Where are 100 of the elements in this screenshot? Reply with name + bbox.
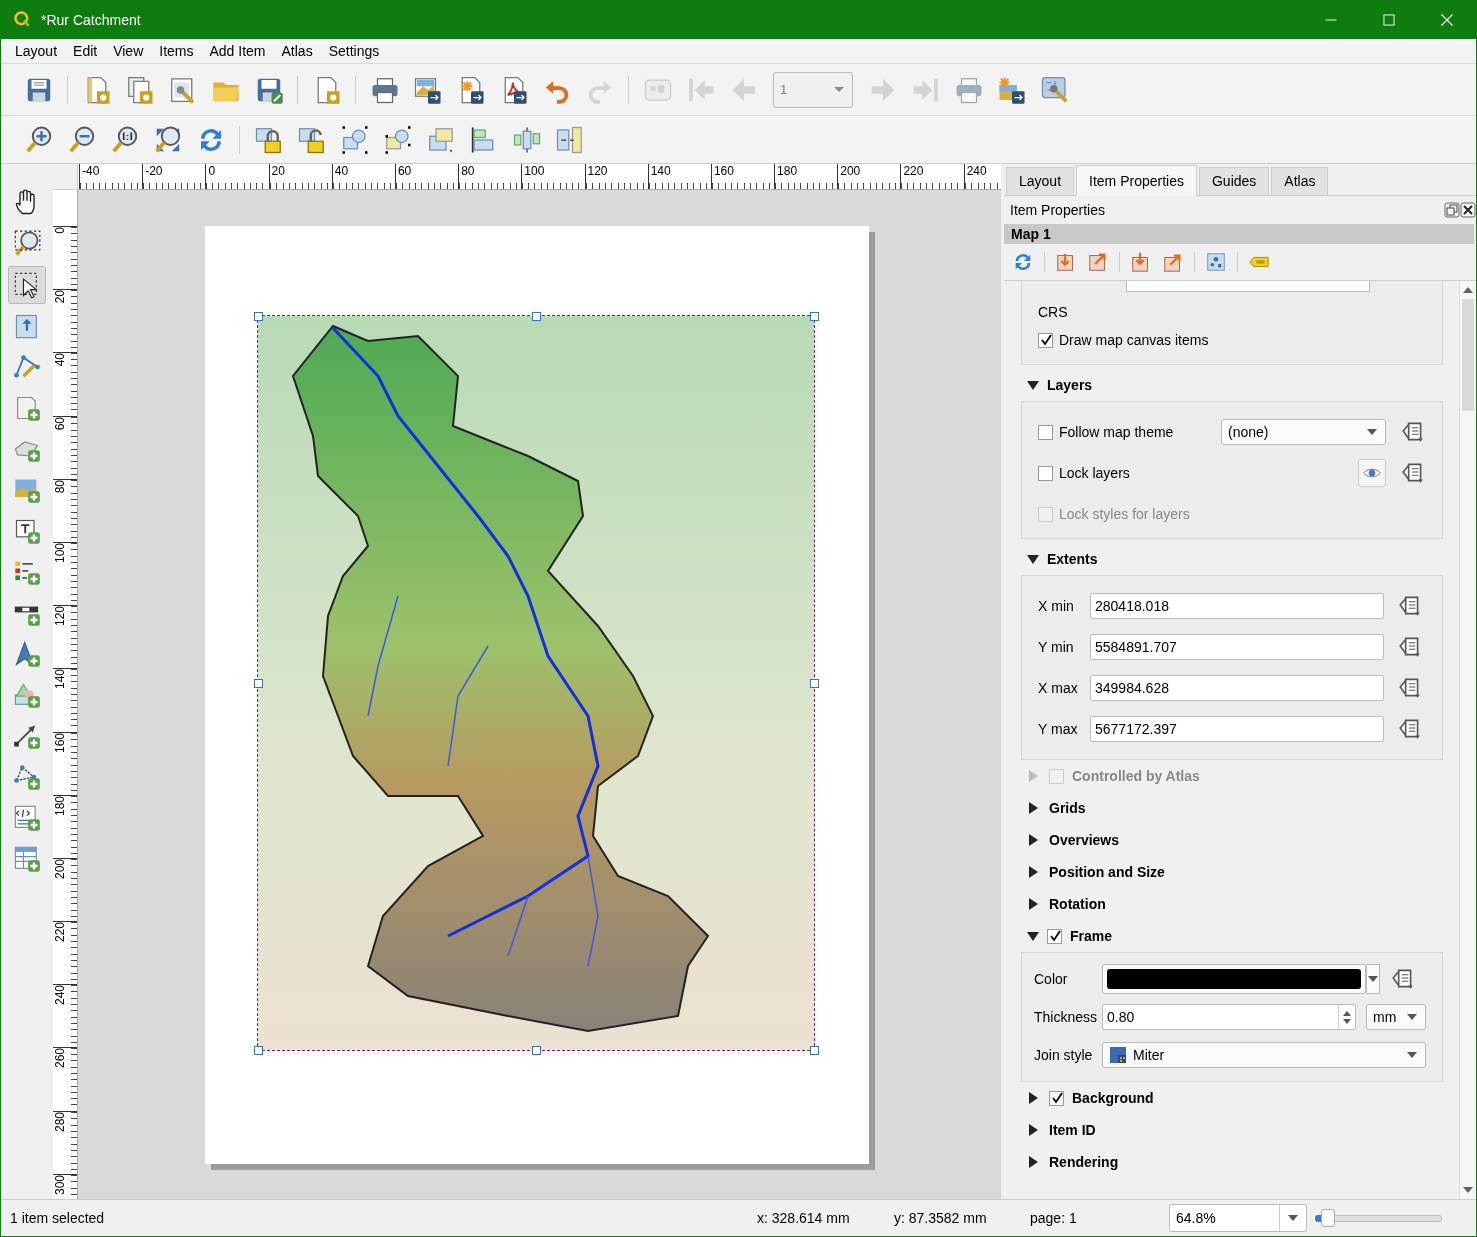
ruler-label: 140	[53, 669, 68, 692]
section-title: Layers	[1047, 377, 1093, 393]
checkbox-label: Draw map canvas items	[1059, 332, 1209, 348]
tool-button[interactable]	[8, 266, 46, 304]
resize-handle[interactable]	[810, 1046, 819, 1055]
dropdown-arrow-icon	[1288, 1215, 1298, 1221]
map-points-icon[interactable]	[1205, 251, 1227, 273]
dropdown-arrow-icon	[1407, 1014, 1417, 1020]
add-table-icon	[13, 845, 41, 873]
ruler-label: 0	[53, 227, 68, 236]
menu-item[interactable]: Settings	[320, 43, 388, 59]
input-field[interactable]: 280418.018	[1090, 593, 1384, 619]
scale-out-icon[interactable]	[1162, 251, 1184, 273]
expand-arrow-icon[interactable]	[1029, 1124, 1038, 1136]
add-html-icon	[13, 804, 41, 832]
expand-arrow-icon[interactable]	[1029, 866, 1038, 878]
resize-handle[interactable]	[532, 1046, 541, 1055]
dropdown-arrow-icon	[1368, 976, 1378, 982]
section-title: Rotation	[1049, 896, 1106, 912]
zoom-icon	[13, 230, 41, 258]
thickness-spinbox[interactable]: 0.80	[1102, 1004, 1356, 1030]
section-title: Background	[1072, 1090, 1154, 1106]
field-label: X max	[1038, 680, 1079, 696]
window-title: *Rur Catchment	[41, 11, 142, 28]
page-indicator: page: 1	[1030, 1210, 1078, 1226]
resize-handle[interactable]	[810, 312, 819, 321]
ruler-label: 40	[53, 353, 68, 369]
zoom-slider[interactable]	[1315, 1209, 1442, 1227]
resize-handle[interactable]	[254, 679, 263, 688]
cursor-y-coordinate: y: 87.3582 mm	[894, 1210, 988, 1226]
section-title: Rendering	[1049, 1154, 1119, 1170]
add-north-arrow-icon	[13, 640, 41, 668]
checkbox[interactable]	[1047, 928, 1062, 944]
spin-up-icon	[1343, 1010, 1351, 1016]
checkbox[interactable]	[1038, 465, 1053, 481]
menu-item[interactable]: Edit	[65, 43, 106, 59]
expand-arrow-icon[interactable]	[1029, 834, 1038, 846]
section-title: Extents	[1047, 551, 1098, 567]
close-icon[interactable]	[1460, 202, 1476, 218]
section-title: Frame	[1070, 928, 1113, 944]
join-style-dropdown[interactable]: Miter	[1102, 1042, 1426, 1068]
field-label: CRS	[1038, 304, 1068, 320]
tab[interactable]: Layout	[1006, 167, 1075, 195]
resize-handle[interactable]	[810, 679, 819, 688]
map-item[interactable]	[258, 316, 814, 1050]
section-title: Grids	[1049, 800, 1086, 816]
resize-handle[interactable]	[254, 312, 263, 321]
checkbox-label: Lock layers	[1059, 465, 1130, 481]
zoom-dropdown[interactable]: 64.8%	[1169, 1204, 1307, 1232]
collapse-arrow-icon[interactable]	[1027, 380, 1039, 390]
slider-thumb[interactable]	[1320, 1209, 1335, 1227]
scrollbar[interactable]	[1459, 281, 1476, 1199]
extent-out-icon[interactable]	[1087, 251, 1109, 273]
map-theme-dropdown[interactable]: (none)	[1221, 419, 1386, 445]
menu-item[interactable]: View	[105, 43, 152, 59]
field-label: Y min	[1038, 639, 1075, 655]
menu-item[interactable]: Add Item	[201, 43, 274, 59]
checkbox[interactable]	[1038, 332, 1053, 348]
expand-arrow-icon[interactable]	[1029, 1156, 1038, 1168]
color-dropdown[interactable]	[1366, 964, 1380, 994]
ruler-label: 20	[53, 290, 68, 306]
tab[interactable]: Guides	[1199, 167, 1270, 195]
add-label-icon	[13, 517, 41, 545]
dropdown-arrow-icon	[834, 87, 844, 92]
tab[interactable]: Atlas	[1271, 167, 1329, 195]
resize-icon[interactable]	[554, 124, 585, 155]
expand-arrow-icon[interactable]	[1029, 1092, 1038, 1104]
resize-handle[interactable]	[254, 1046, 263, 1055]
input-field[interactable]: 349984.628	[1090, 675, 1384, 701]
panel-title: Item Properties	[1010, 202, 1106, 218]
ruler-label: 160	[53, 732, 68, 755]
resize-handle[interactable]	[532, 312, 541, 321]
undock-icon[interactable]	[1444, 202, 1460, 218]
tab[interactable]: Item Properties	[1076, 165, 1197, 196]
visibility-button[interactable]	[1358, 459, 1386, 487]
expand-arrow-icon[interactable]	[1029, 898, 1038, 910]
add-polyline-icon	[13, 763, 41, 791]
ruler-label: 180	[53, 795, 68, 818]
input-field[interactable]: 5677172.397	[1090, 716, 1384, 742]
cursor-x-coordinate: x: 328.614 mm	[757, 1210, 851, 1226]
checkbox[interactable]	[1049, 1090, 1064, 1106]
menu-item[interactable]: Atlas	[273, 43, 321, 59]
spin-down-icon	[1343, 1018, 1351, 1024]
status-text: 1 item selected	[10, 1210, 105, 1226]
collapse-arrow-icon[interactable]	[1027, 554, 1039, 564]
field-label: Color	[1034, 971, 1069, 987]
ruler-label: 220	[53, 922, 68, 945]
ruler-label: 100	[53, 542, 68, 565]
unit-dropdown[interactable]: mm	[1366, 1004, 1426, 1030]
section-title: Item ID	[1049, 1122, 1096, 1138]
input-field[interactable]: 5584891.707	[1090, 634, 1384, 660]
ruler-label: 300	[53, 1174, 68, 1197]
menu-item[interactable]: Items	[151, 43, 202, 59]
map-wrench-icon[interactable]	[1039, 74, 1070, 105]
checkbox-label: Follow map theme	[1059, 424, 1174, 440]
menu-item[interactable]: Layout	[7, 43, 66, 59]
checkbox[interactable]	[1038, 424, 1053, 440]
expand-arrow-icon[interactable]	[1029, 802, 1038, 814]
ruler-label: 200	[53, 858, 68, 881]
ruler-label: 60	[53, 416, 68, 432]
